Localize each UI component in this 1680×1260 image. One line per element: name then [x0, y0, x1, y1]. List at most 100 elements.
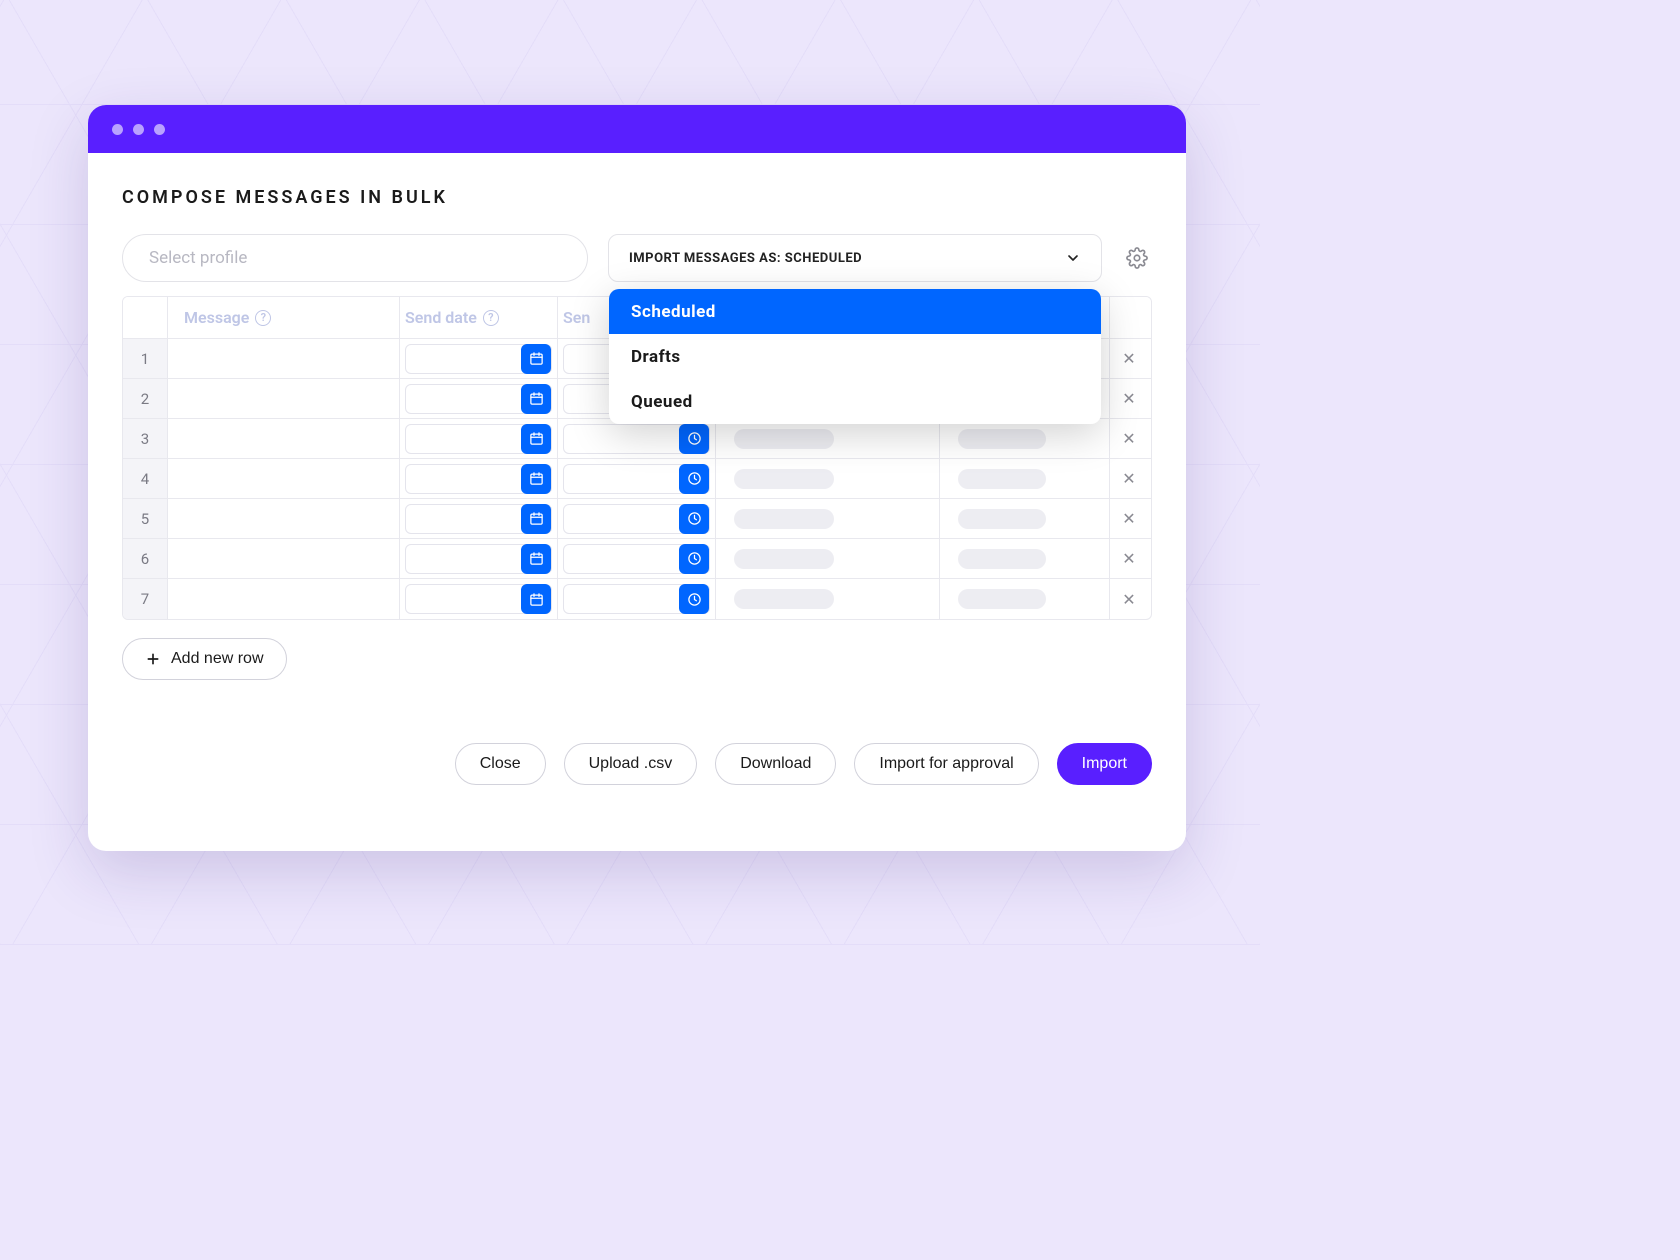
delete-row-button[interactable]: ✕	[1110, 379, 1148, 418]
row-number: 6	[123, 539, 168, 578]
clock-icon[interactable]	[679, 584, 709, 614]
message-cell[interactable]	[168, 419, 400, 458]
footer-actions: Close Upload .csv Download Import for ap…	[455, 743, 1152, 785]
clock-icon[interactable]	[679, 504, 709, 534]
close-button[interactable]: Close	[455, 743, 546, 785]
date-input[interactable]	[405, 544, 552, 574]
column-header-message: Message ?	[168, 297, 400, 338]
placeholder-pill	[958, 469, 1046, 489]
time-input[interactable]	[563, 464, 710, 494]
calendar-icon[interactable]	[521, 464, 551, 494]
import-as-select[interactable]: IMPORT MESSAGES AS: SCHEDULED Scheduled …	[608, 234, 1102, 282]
upload-csv-button[interactable]: Upload .csv	[564, 743, 698, 785]
gear-icon	[1126, 247, 1148, 269]
placeholder-cell	[716, 539, 940, 578]
placeholder-pill	[734, 509, 834, 529]
close-icon: ✕	[1122, 469, 1135, 488]
send-time-cell	[558, 539, 716, 578]
chevron-down-icon	[1065, 250, 1081, 266]
row-number: 1	[123, 339, 168, 378]
delete-row-button[interactable]: ✕	[1110, 339, 1148, 378]
row-number: 3	[123, 419, 168, 458]
traffic-light-dot[interactable]	[133, 124, 144, 135]
send-date-cell	[400, 579, 558, 619]
table-row: 4✕	[123, 459, 1151, 499]
column-header-number	[123, 297, 168, 338]
app-window: Compose Messages in Bulk Select profile …	[88, 105, 1186, 851]
row-number: 7	[123, 579, 168, 619]
download-button[interactable]: Download	[715, 743, 836, 785]
clock-icon[interactable]	[679, 424, 709, 454]
import-button[interactable]: Import	[1057, 743, 1152, 785]
placeholder-pill	[958, 509, 1046, 529]
calendar-icon[interactable]	[521, 424, 551, 454]
placeholder-cell	[716, 419, 940, 458]
calendar-icon[interactable]	[521, 584, 551, 614]
time-input[interactable]	[563, 424, 710, 454]
message-cell[interactable]	[168, 339, 400, 378]
date-input[interactable]	[405, 464, 552, 494]
placeholder-cell	[940, 419, 1110, 458]
time-input[interactable]	[563, 504, 710, 534]
placeholder-cell	[940, 579, 1110, 619]
delete-row-button[interactable]: ✕	[1110, 539, 1148, 578]
plus-icon	[145, 651, 161, 667]
help-icon[interactable]: ?	[483, 310, 499, 326]
titlebar	[88, 105, 1186, 153]
settings-button[interactable]	[1122, 243, 1152, 273]
placeholder-pill	[958, 549, 1046, 569]
dropdown-option-scheduled[interactable]: Scheduled	[609, 289, 1101, 334]
row-number: 2	[123, 379, 168, 418]
send-time-cell	[558, 419, 716, 458]
page-title: Compose Messages in Bulk	[122, 187, 1152, 208]
help-icon[interactable]: ?	[255, 310, 271, 326]
calendar-icon[interactable]	[521, 344, 551, 374]
profile-select[interactable]: Select profile	[122, 234, 588, 282]
placeholder-pill	[734, 429, 834, 449]
traffic-light-dot[interactable]	[112, 124, 123, 135]
placeholder-pill	[958, 589, 1046, 609]
time-input[interactable]	[563, 544, 710, 574]
dropdown-option-queued[interactable]: Queued	[609, 379, 1101, 424]
delete-row-button[interactable]: ✕	[1110, 499, 1148, 538]
message-cell[interactable]	[168, 579, 400, 619]
send-time-cell	[558, 579, 716, 619]
delete-row-button[interactable]: ✕	[1110, 419, 1148, 458]
row-number: 5	[123, 499, 168, 538]
dropdown-option-drafts[interactable]: Drafts	[609, 334, 1101, 379]
date-input[interactable]	[405, 504, 552, 534]
delete-row-button[interactable]: ✕	[1110, 459, 1148, 498]
message-cell[interactable]	[168, 459, 400, 498]
calendar-icon[interactable]	[521, 544, 551, 574]
placeholder-cell	[716, 579, 940, 619]
message-cell[interactable]	[168, 379, 400, 418]
date-input[interactable]	[405, 424, 552, 454]
placeholder-pill	[958, 429, 1046, 449]
send-date-cell	[400, 499, 558, 538]
send-date-cell	[400, 419, 558, 458]
calendar-icon[interactable]	[521, 384, 551, 414]
calendar-icon[interactable]	[521, 504, 551, 534]
send-date-cell	[400, 379, 558, 418]
send-time-cell	[558, 499, 716, 538]
add-new-row-button[interactable]: Add new row	[122, 638, 287, 680]
row-number: 4	[123, 459, 168, 498]
import-for-approval-button[interactable]: Import for approval	[854, 743, 1038, 785]
import-dropdown-panel: Scheduled Drafts Queued	[609, 289, 1101, 424]
date-input[interactable]	[405, 384, 552, 414]
clock-icon[interactable]	[679, 464, 709, 494]
send-date-cell	[400, 339, 558, 378]
placeholder-cell	[940, 499, 1110, 538]
placeholder-cell	[716, 499, 940, 538]
date-input[interactable]	[405, 584, 552, 614]
delete-row-button[interactable]: ✕	[1110, 579, 1148, 619]
message-cell[interactable]	[168, 499, 400, 538]
traffic-light-dot[interactable]	[154, 124, 165, 135]
send-date-cell	[400, 459, 558, 498]
clock-icon[interactable]	[679, 544, 709, 574]
message-cell[interactable]	[168, 539, 400, 578]
close-icon: ✕	[1122, 509, 1135, 528]
time-input[interactable]	[563, 584, 710, 614]
send-time-cell	[558, 459, 716, 498]
date-input[interactable]	[405, 344, 552, 374]
